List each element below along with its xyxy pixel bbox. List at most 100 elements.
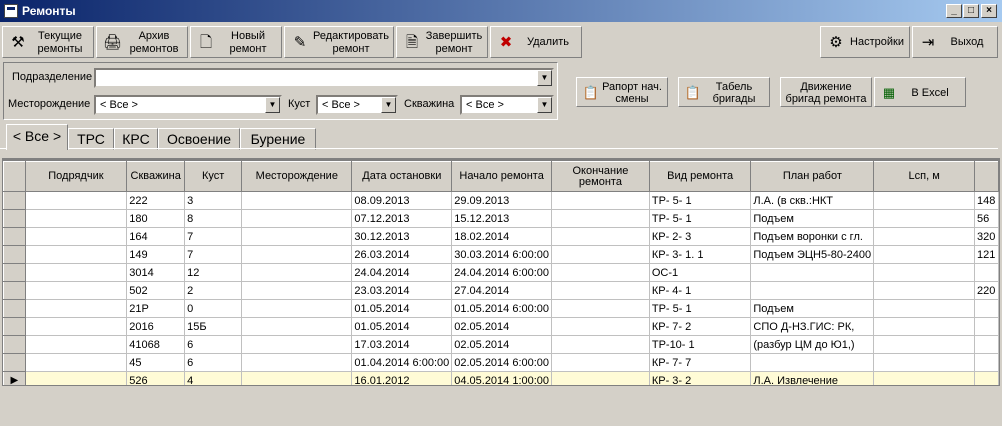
table-cell[interactable]: 02.05.2014 (451, 335, 553, 354)
table-cell[interactable]: ОС-1 (648, 263, 752, 282)
tab-krs[interactable]: КРС (114, 128, 158, 150)
table-cell[interactable] (873, 317, 975, 336)
table-cell[interactable]: 02.05.2014 (451, 317, 553, 336)
table-row[interactable]: 2016 15Б 01.05.2014 02.05.2014 КР- 7- 2 СПО Д… (3, 317, 999, 336)
table-cell[interactable]: 17.03.2014 (351, 335, 453, 354)
table-cell[interactable] (241, 209, 353, 228)
row-indicator[interactable] (3, 317, 26, 336)
row-indicator[interactable] (3, 209, 26, 228)
table-cell[interactable] (24, 371, 128, 385)
table-cell[interactable] (24, 317, 128, 336)
table-cell[interactable] (551, 317, 650, 336)
col-header[interactable]: Куст (184, 161, 243, 192)
table-cell[interactable]: 2 (184, 281, 243, 300)
table-row[interactable]: 21Р 0 01.05.2014 01.05.2014 6:00:00 ТР- 5- 1… (3, 299, 999, 318)
table-cell[interactable] (241, 299, 353, 318)
table-cell[interactable] (551, 353, 650, 372)
table-cell[interactable] (973, 371, 999, 385)
delete-button[interactable]: ✖ Удалить (490, 26, 582, 58)
well-select[interactable]: < Все > ▼ (460, 95, 554, 115)
table-cell[interactable] (973, 317, 999, 336)
raport-button[interactable]: 📋 Рапорт нач. смены (576, 77, 668, 107)
archive-repairs-button[interactable]: 🖨 Архив ремонтов (96, 26, 188, 58)
table-row[interactable]: 3014 12 24.04.2014 24.04.2014 6:00:00 ОС-1 (3, 263, 999, 282)
table-cell[interactable] (551, 191, 650, 210)
table-cell[interactable] (24, 281, 128, 300)
table-cell[interactable]: Л.А. (в скв.:НКТ (750, 191, 875, 210)
table-cell[interactable]: 6 (184, 335, 243, 354)
table-cell[interactable]: 2016 (126, 317, 186, 336)
row-indicator[interactable] (3, 299, 26, 318)
table-cell[interactable]: 23.03.2014 (351, 281, 453, 300)
table-cell[interactable]: 12 (184, 263, 243, 282)
table-cell[interactable] (873, 209, 975, 228)
table-cell[interactable] (873, 263, 975, 282)
col-header[interactable]: Месторождение (241, 161, 353, 192)
table-cell[interactable] (973, 353, 999, 372)
col-header[interactable]: Подрядчик (24, 161, 128, 192)
table-cell[interactable]: 21Р (126, 299, 186, 318)
table-cell[interactable]: 149 (126, 245, 186, 264)
table-cell[interactable] (24, 353, 128, 372)
table-cell[interactable]: 56 (973, 209, 999, 228)
table-cell[interactable]: КР- 7- 7 (648, 353, 752, 372)
row-indicator[interactable] (3, 191, 26, 210)
table-cell[interactable] (24, 335, 128, 354)
table-cell[interactable] (873, 371, 975, 385)
table-cell[interactable] (241, 227, 353, 246)
tab-burenie[interactable]: Бурение (240, 128, 316, 150)
table-row[interactable]: 502 2 23.03.2014 27.04.2014 КР- 4- 1 220 (3, 281, 999, 300)
table-row[interactable]: 45 6 01.04.2014 6:00:00 02.05.2014 6:00:00 К… (3, 353, 999, 372)
table-cell[interactable]: Подъем (750, 299, 875, 318)
row-indicator[interactable] (3, 335, 26, 354)
table-cell[interactable] (551, 227, 650, 246)
table-cell[interactable]: 45 (126, 353, 186, 372)
table-cell[interactable]: КР- 7- 2 (648, 317, 752, 336)
field-select[interactable]: < Все > ▼ (94, 95, 282, 115)
table-cell[interactable]: 15.12.2013 (451, 209, 553, 228)
table-cell[interactable]: ТР- 5- 1 (648, 191, 752, 210)
table-row[interactable]: ▶ 526 4 16.01.2012 04.05.2014 1:00:00 КР- 3- … (3, 371, 999, 385)
col-header[interactable]: Начало ремонта (451, 161, 553, 192)
table-cell[interactable]: 01.05.2014 (351, 299, 453, 318)
repairs-grid[interactable]: Подрядчик Скважина Куст Месторождение Да… (2, 158, 1000, 386)
table-cell[interactable]: 27.04.2014 (451, 281, 553, 300)
table-cell[interactable] (241, 281, 353, 300)
table-cell[interactable] (551, 335, 650, 354)
table-cell[interactable] (24, 191, 128, 210)
table-cell[interactable]: 30.12.2013 (351, 227, 453, 246)
table-cell[interactable]: Л.А. Извлечение (750, 371, 875, 385)
row-indicator[interactable] (3, 263, 26, 282)
col-header[interactable]: Вид ремонта (648, 161, 752, 192)
exit-button[interactable]: ⇥ Выход (912, 26, 998, 58)
table-cell[interactable]: 01.05.2014 6:00:00 (451, 299, 553, 318)
table-cell[interactable] (241, 245, 353, 264)
table-cell[interactable] (873, 299, 975, 318)
table-cell[interactable] (551, 263, 650, 282)
table-cell[interactable] (241, 263, 353, 282)
table-cell[interactable] (551, 209, 650, 228)
maximize-button[interactable]: □ (963, 4, 979, 18)
table-cell[interactable]: КР- 3- 2 (648, 371, 752, 385)
movement-button[interactable]: Движение бригад ремонта (780, 77, 872, 107)
table-cell[interactable]: 29.09.2013 (451, 191, 553, 210)
table-cell[interactable]: КР- 4- 1 (648, 281, 752, 300)
table-cell[interactable]: 164 (126, 227, 186, 246)
division-select[interactable]: ▼ (94, 68, 554, 88)
row-indicator[interactable] (3, 227, 26, 246)
current-repairs-button[interactable]: ⚒ Текущие ремонты (2, 26, 94, 58)
table-cell[interactable]: ТР-10- 1 (648, 335, 752, 354)
table-cell[interactable] (873, 227, 975, 246)
edit-repair-button[interactable]: ✎ Редактировать ремонт (284, 26, 394, 58)
table-cell[interactable]: 02.05.2014 6:00:00 (451, 353, 553, 372)
table-cell[interactable] (973, 299, 999, 318)
table-cell[interactable]: 01.05.2014 (351, 317, 453, 336)
col-header[interactable]: Lсп, м (873, 161, 975, 192)
current-row-arrow-icon[interactable]: ▶ (3, 371, 26, 385)
table-cell[interactable] (24, 209, 128, 228)
table-cell[interactable]: 121 (973, 245, 999, 264)
table-row[interactable]: 149 7 26.03.2014 30.03.2014 6:00:00 КР- 3- 1… (3, 245, 999, 264)
table-cell[interactable] (873, 353, 975, 372)
col-header[interactable]: Дата остановки (351, 161, 453, 192)
row-indicator[interactable] (3, 245, 26, 264)
